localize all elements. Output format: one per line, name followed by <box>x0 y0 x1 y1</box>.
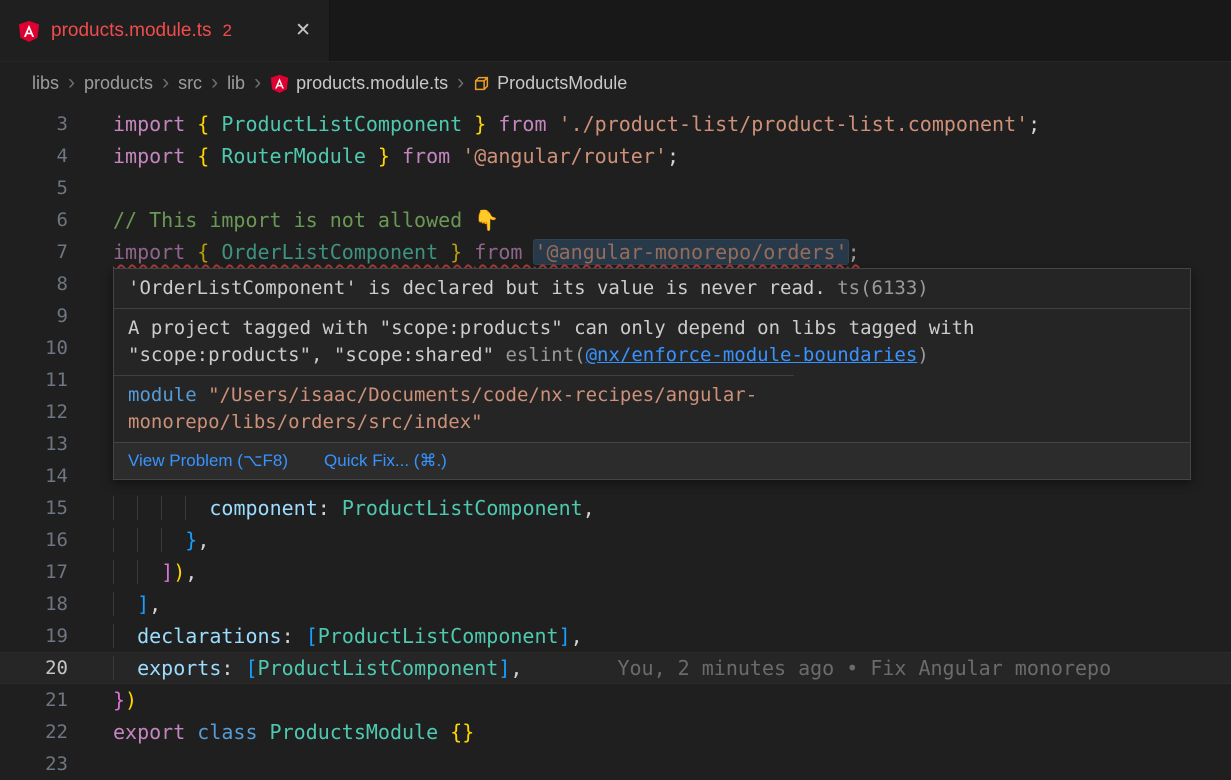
code-line-19[interactable]: 19 declarations: [ProductListComponent], <box>0 620 1231 652</box>
code-line-6[interactable]: 6// This import is not allowed 👇 <box>0 204 1231 236</box>
line-text[interactable]: import { RouterModule } from '@angular/r… <box>68 140 679 172</box>
eslint-message-line1: A project tagged with "scope:products" c… <box>128 315 1176 342</box>
line-text[interactable]: export class ProductsModule {} <box>68 716 474 748</box>
code-line-20[interactable]: 20 exports: [ProductListComponent],You, … <box>0 652 1231 684</box>
chevron-right-icon: › <box>162 72 169 95</box>
breadcrumb-label: ProductsModule <box>497 73 627 94</box>
breadcrumb-item-products-module-ts[interactable]: products.module.ts <box>270 73 448 94</box>
line-text[interactable] <box>68 460 113 492</box>
code-line-18[interactable]: 18 ], <box>0 588 1231 620</box>
chevron-right-icon: › <box>254 72 261 95</box>
line-number[interactable]: 7 <box>0 236 68 268</box>
code-line-16[interactable]: 16 }, <box>0 524 1231 556</box>
line-number[interactable]: 19 <box>0 620 68 652</box>
code-line-4[interactable]: 4import { RouterModule } from '@angular/… <box>0 140 1231 172</box>
line-number[interactable]: 23 <box>0 748 68 780</box>
line-text[interactable] <box>68 364 113 396</box>
line-number[interactable]: 20 <box>0 652 68 684</box>
line-number[interactable]: 12 <box>0 396 68 428</box>
eslint-rule-link[interactable]: @nx/enforce-module-boundaries <box>586 344 918 366</box>
code-line-22[interactable]: 22export class ProductsModule {} <box>0 716 1231 748</box>
line-text[interactable] <box>68 748 113 780</box>
breadcrumb-label: products <box>84 73 153 94</box>
breadcrumb: libs › products › src › lib › products.module.ts… <box>0 62 1231 104</box>
line-text[interactable]: }) <box>68 684 137 716</box>
line-text[interactable] <box>68 268 113 300</box>
breadcrumb-label: products.module.ts <box>296 73 448 94</box>
tab-title: products.module.ts <box>51 20 212 42</box>
breadcrumb-item-productsmodule[interactable]: ProductsModule <box>473 73 627 94</box>
line-text[interactable] <box>68 396 113 428</box>
line-text[interactable]: }, <box>68 524 209 556</box>
line-number[interactable]: 18 <box>0 588 68 620</box>
line-number[interactable]: 3 <box>0 108 68 140</box>
line-text[interactable]: // This import is not allowed 👇 <box>68 204 499 236</box>
line-number[interactable]: 17 <box>0 556 68 588</box>
line-text[interactable]: exports: [ProductListComponent],You, 2 m… <box>68 652 1111 684</box>
breadcrumb-item-libs[interactable]: libs <box>32 73 59 94</box>
ts-diagnostic-code: ts(6133) <box>837 277 929 299</box>
line-text[interactable]: declarations: [ProductListComponent], <box>68 620 583 652</box>
line-text[interactable] <box>68 428 113 460</box>
hover-status-bar: View Problem (⌥F8) Quick Fix... (⌘.) <box>114 442 1190 479</box>
eslint-diagnostic-row: A project tagged with "scope:products" c… <box>114 308 1190 375</box>
line-text[interactable]: ], <box>68 588 161 620</box>
breadcrumb-item-lib[interactable]: lib <box>227 73 245 94</box>
line-number[interactable]: 15 <box>0 492 68 524</box>
module-path: "/Users/isaac/Documents/code/nx-recipes/… <box>128 384 757 433</box>
code-line-7[interactable]: 7import { OrderListComponent } from '@an… <box>0 236 1231 268</box>
problems-count-badge: 2 <box>223 21 232 41</box>
module-keyword: module <box>128 384 197 406</box>
breadcrumb-label: lib <box>227 73 245 94</box>
line-text[interactable] <box>68 172 113 204</box>
quick-fix-action[interactable]: Quick Fix... (⌘.) <box>324 451 447 471</box>
code-line-21[interactable]: 21}) <box>0 684 1231 716</box>
line-text[interactable]: import { ProductListComponent } from './… <box>68 108 1040 140</box>
breadcrumb-label: src <box>178 73 202 94</box>
line-text[interactable]: import { OrderListComponent } from '@ang… <box>68 236 860 268</box>
chevron-right-icon: › <box>211 72 218 95</box>
hover-popup: 'OrderListComponent' is declared but its… <box>113 268 1191 480</box>
breadcrumb-label: libs <box>32 73 59 94</box>
angular-icon <box>270 74 289 93</box>
line-text[interactable] <box>68 332 113 364</box>
git-blame-annotation: You, 2 minutes ago • Fix Angular monorep… <box>617 656 1111 680</box>
chevron-right-icon: › <box>68 72 75 95</box>
breadcrumb-item-products[interactable]: products <box>84 73 153 94</box>
ts-diagnostic-message: 'OrderListComponent' is declared but its… <box>128 277 826 299</box>
eslint-message-line2: "scope:products", "scope:shared" eslint(… <box>128 342 1176 369</box>
line-number[interactable]: 5 <box>0 172 68 204</box>
line-text[interactable] <box>68 300 113 332</box>
line-text[interactable]: ]), <box>68 556 197 588</box>
class-icon <box>473 75 490 92</box>
line-number[interactable]: 10 <box>0 332 68 364</box>
code-line-3[interactable]: 3import { ProductListComponent } from '.… <box>0 108 1231 140</box>
close-icon[interactable]: ✕ <box>295 19 311 42</box>
code-line-23[interactable]: 23 <box>0 748 1231 780</box>
angular-icon <box>18 20 40 42</box>
line-number[interactable]: 22 <box>0 716 68 748</box>
view-problem-action[interactable]: View Problem (⌥F8) <box>128 451 288 471</box>
line-number[interactable]: 11 <box>0 364 68 396</box>
line-number[interactable]: 13 <box>0 428 68 460</box>
line-number[interactable]: 8 <box>0 268 68 300</box>
tab-products-module-ts[interactable]: products.module.ts 2 ✕ <box>0 0 330 61</box>
ts-diagnostic-row: 'OrderListComponent' is declared but its… <box>114 269 1190 308</box>
code-line-17[interactable]: 17 ]), <box>0 556 1231 588</box>
code-line-5[interactable]: 5 <box>0 172 1231 204</box>
tab-bar: products.module.ts 2 ✕ <box>0 0 1231 62</box>
line-number[interactable]: 21 <box>0 684 68 716</box>
line-number[interactable]: 9 <box>0 300 68 332</box>
line-number[interactable]: 16 <box>0 524 68 556</box>
line-number[interactable]: 14 <box>0 460 68 492</box>
line-number[interactable]: 6 <box>0 204 68 236</box>
chevron-right-icon: › <box>457 72 464 95</box>
module-info-row: module "/Users/isaac/Documents/code/nx-r… <box>114 375 794 442</box>
line-text[interactable]: component: ProductListComponent, <box>68 492 595 524</box>
code-line-15[interactable]: 15 component: ProductListComponent, <box>0 492 1231 524</box>
breadcrumb-item-src[interactable]: src <box>178 73 202 94</box>
line-number[interactable]: 4 <box>0 140 68 172</box>
